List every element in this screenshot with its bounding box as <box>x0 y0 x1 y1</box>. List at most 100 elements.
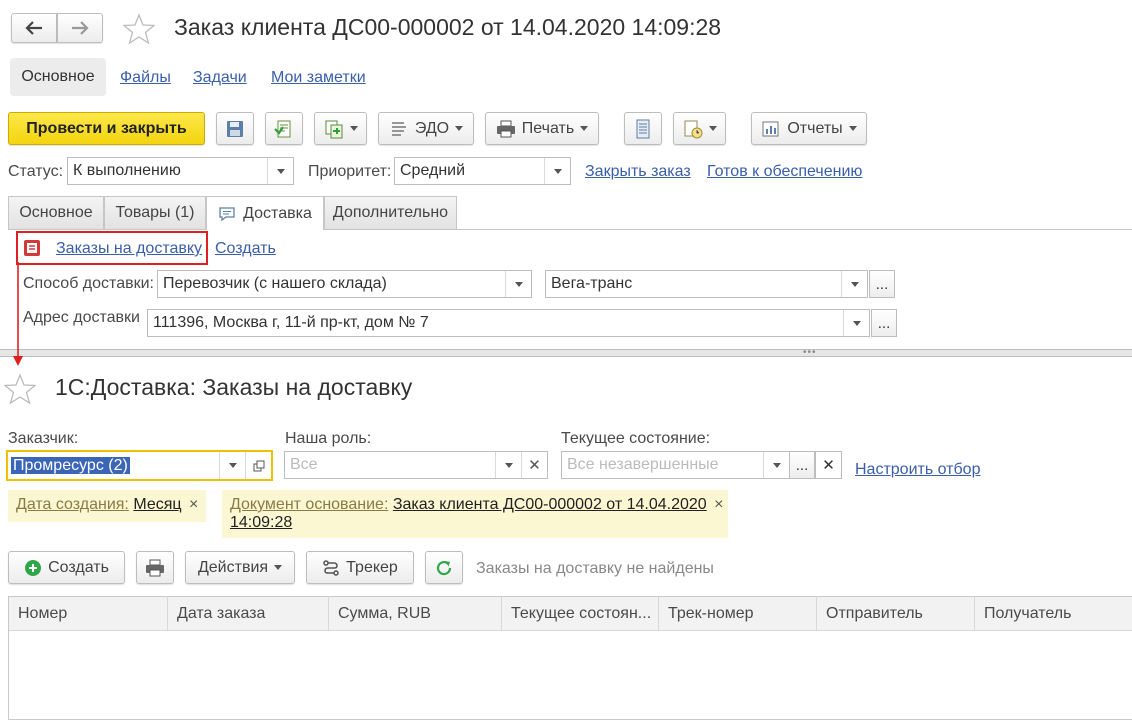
close-order-link[interactable]: Закрыть заказ <box>585 163 691 181</box>
window-title: Заказ клиента ДС00-000002 от 14.04.2020 … <box>174 14 722 40</box>
ready-to-supply-link[interactable]: Готов к обеспечению <box>707 163 862 181</box>
chevron-down-icon <box>852 320 861 326</box>
arrow-left-icon <box>25 21 42 35</box>
favorite-star-icon[interactable] <box>4 373 36 405</box>
column-header-sender[interactable]: Отправитель <box>817 597 975 631</box>
tab-main[interactable]: Основное <box>8 196 104 229</box>
column-header-tracking[interactable]: Трек-номер <box>659 597 817 631</box>
refresh-button[interactable] <box>425 551 463 584</box>
chevron-down-icon <box>772 462 781 468</box>
tab-delivery[interactable]: Доставка <box>206 196 324 230</box>
forward-button[interactable] <box>57 13 103 43</box>
nav-tab-tasks[interactable]: Задачи <box>193 69 247 87</box>
tab-goods-label: Товары (1) <box>115 204 195 221</box>
tracker-button[interactable]: Трекер <box>306 551 414 584</box>
printer-icon <box>146 559 164 576</box>
post-and-close-label: Провести и закрыть <box>26 119 187 137</box>
close-icon[interactable]: × <box>714 496 723 513</box>
reports-icon <box>762 121 779 136</box>
dropdown-button[interactable] <box>763 452 789 478</box>
state-label: Текущее состояние: <box>561 430 711 447</box>
back-button[interactable] <box>11 13 57 43</box>
address-choose-button[interactable]: ... <box>871 309 897 337</box>
create-delivery-link[interactable]: Создать <box>215 240 276 258</box>
tab-goods[interactable]: Товары (1) <box>104 196 206 229</box>
reports-label: Отчеты <box>787 119 843 137</box>
print-button[interactable]: Печать <box>485 112 599 145</box>
carrier-value: Вега-транс <box>551 275 633 292</box>
favorite-star-icon[interactable] <box>123 13 155 45</box>
create-button[interactable]: Создать <box>8 551 125 584</box>
state-choose-button[interactable]: ... <box>789 451 815 479</box>
filter-chip-date[interactable]: Дата создания: Месяц × <box>8 490 207 522</box>
lower-window-title: 1С:Доставка: Заказы на доставку <box>55 374 413 400</box>
print-list-button[interactable] <box>136 551 174 584</box>
delivery-report-icon <box>24 240 40 256</box>
column-header-number[interactable]: Номер <box>9 597 168 631</box>
post-button[interactable] <box>265 112 303 145</box>
create-based-on-button[interactable] <box>314 112 367 145</box>
print-label: Печать <box>521 119 575 137</box>
dropdown-button[interactable] <box>841 271 867 297</box>
arrow-right-icon <box>72 21 89 35</box>
dropdown-button[interactable] <box>495 452 521 478</box>
window-splitter[interactable]: ••• <box>0 348 1132 358</box>
nav-tab-notes[interactable]: Мои заметки <box>271 69 366 87</box>
save-button[interactable] <box>216 112 254 145</box>
column-header-receiver[interactable]: Получатель <box>975 597 1132 631</box>
edo-button[interactable]: ЭДО <box>378 112 474 145</box>
priority-select[interactable]: Средний <box>394 157 571 185</box>
reports-button[interactable]: Отчеты <box>751 112 867 145</box>
column-header-amount[interactable]: Сумма, RUB <box>329 597 502 631</box>
setup-filter-link[interactable]: Настроить отбор <box>855 461 980 479</box>
state-select[interactable]: Все незавершенные <box>561 451 790 479</box>
delivery-method-select[interactable]: Перевозчик (с нашего склада) <box>157 270 532 298</box>
list-structure-icon <box>636 119 650 138</box>
close-icon[interactable]: × <box>189 496 198 513</box>
nav-tab-main[interactable]: Основное <box>10 58 106 96</box>
delivery-address-select[interactable]: 111396, Москва г, 11-й пр-кт, дом № 7 <box>147 309 870 337</box>
filter-chip-date-value[interactable]: Месяц <box>133 496 181 513</box>
status-select[interactable]: К выполнению <box>67 157 294 185</box>
task-button[interactable] <box>673 112 726 145</box>
dropdown-button[interactable] <box>843 310 869 336</box>
delivery-orders-table[interactable]: Номер Дата заказа Сумма, RUB Текущее сос… <box>8 596 1132 720</box>
dropdown-button[interactable] <box>505 271 531 297</box>
document-clock-icon <box>684 120 702 138</box>
status-label: Статус: <box>8 163 64 180</box>
chevron-down-icon <box>708 126 717 131</box>
filter-chip-basis[interactable]: Документ основание: Заказ клиента ДС00-0… <box>222 490 728 538</box>
tracker-label: Трекер <box>346 558 398 576</box>
table-header: Номер Дата заказа Сумма, RUB Текущее сос… <box>9 597 1132 631</box>
post-document-icon <box>274 120 291 137</box>
customer-select[interactable]: Промресурс (2) <box>6 450 273 481</box>
column-header-state[interactable]: Текущее состоян... <box>502 597 659 631</box>
open-button[interactable] <box>245 452 271 479</box>
filter-chip-basis-key: Документ основание: <box>230 496 389 513</box>
empty-list-message: Заказы на доставку не найдены <box>476 560 714 577</box>
open-window-icon <box>253 460 264 471</box>
dropdown-button[interactable] <box>219 452 245 479</box>
filter-chip-basis-value-cont[interactable]: 14:09:28 <box>230 514 292 531</box>
edo-icon <box>391 121 406 136</box>
actions-button[interactable]: Действия <box>185 551 295 584</box>
floppy-disk-icon <box>227 120 243 137</box>
clear-icon[interactable]: ✕ <box>521 452 547 478</box>
role-select[interactable]: Все ✕ <box>284 451 548 479</box>
dropdown-button[interactable] <box>544 158 570 184</box>
tab-additional-label: Дополнительно <box>332 204 449 221</box>
dropdown-button[interactable] <box>267 158 293 184</box>
post-and-close-button[interactable]: Провести и закрыть <box>8 112 205 145</box>
carrier-choose-button[interactable]: ... <box>869 270 895 298</box>
nav-tab-files[interactable]: Файлы <box>120 69 171 87</box>
filter-chip-basis-value[interactable]: Заказ клиента ДС00-000002 от 14.04.2020 <box>393 496 707 513</box>
state-clear-button[interactable]: ✕ <box>815 451 842 479</box>
status-value: К выполнению <box>73 162 181 179</box>
structure-button[interactable] <box>624 112 662 145</box>
carrier-select[interactable]: Вега-транс <box>545 270 868 298</box>
role-label: Наша роль: <box>285 430 372 447</box>
printer-icon <box>496 120 515 137</box>
delivery-orders-link[interactable]: Заказы на доставку <box>56 240 202 258</box>
tab-additional[interactable]: Дополнительно <box>324 196 457 229</box>
column-header-order-date[interactable]: Дата заказа <box>168 597 329 631</box>
